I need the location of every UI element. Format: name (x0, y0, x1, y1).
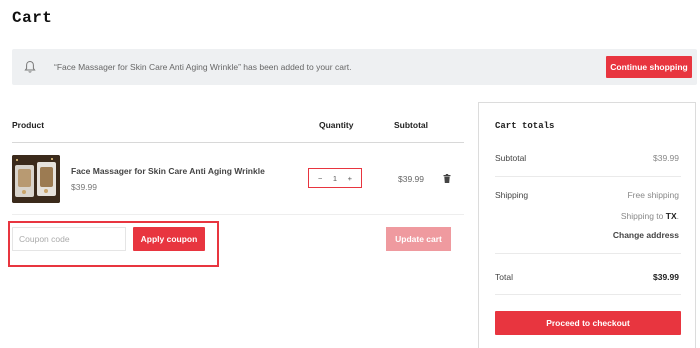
shipping-to-prefix: Shipping to (620, 211, 666, 221)
trash-icon[interactable] (443, 174, 451, 183)
proceed-to-checkout-button[interactable]: Proceed to checkout (495, 311, 681, 335)
quantity-decrease-button[interactable]: − (318, 174, 322, 183)
totals-divider (495, 294, 681, 295)
shipping-state: TX (665, 211, 677, 221)
page-title: Cart (12, 9, 53, 27)
subtotal-label: Subtotal (495, 153, 527, 163)
total-label: Total (495, 272, 513, 282)
subtotal-value: $39.99 (653, 153, 679, 163)
column-header-product: Product (12, 120, 45, 130)
quantity-increase-button[interactable]: + (348, 174, 352, 183)
shipping-destination: Shipping to TX. (621, 211, 679, 221)
table-header-divider (12, 142, 464, 143)
notice-message: “Face Massager for Skin Care Anti Aging … (54, 62, 352, 72)
coupon-code-input[interactable] (12, 227, 126, 251)
shipping-value: Free shipping (627, 190, 679, 200)
product-image (12, 155, 60, 203)
product-name-link[interactable]: Face Massager for Skin Care Anti Aging W… (71, 166, 265, 176)
quantity-stepper: − 1 + (308, 168, 362, 188)
total-value: $39.99 (653, 272, 679, 282)
product-thumbnail[interactable] (12, 155, 60, 203)
row-divider (12, 214, 464, 215)
column-header-subtotal: Subtotal (394, 120, 428, 130)
line-subtotal: $39.99 (398, 174, 424, 184)
continue-shopping-button[interactable]: Continue shopping (606, 56, 692, 78)
shipping-to-suffix: . (676, 211, 679, 221)
quantity-value[interactable]: 1 (333, 174, 337, 183)
column-header-quantity: Quantity (319, 120, 354, 130)
apply-coupon-button[interactable]: Apply coupon (133, 227, 205, 251)
shipping-label: Shipping (495, 190, 529, 200)
totals-divider (495, 176, 681, 177)
cart-totals-panel: Cart totals Subtotal $39.99 Shipping Fre… (478, 102, 696, 348)
cart-totals-title: Cart totals (495, 121, 555, 131)
product-price: $39.99 (71, 182, 97, 192)
cart-notice: “Face Massager for Skin Care Anti Aging … (12, 49, 697, 85)
bell-icon (24, 60, 36, 73)
change-address-link[interactable]: Change address (613, 230, 679, 240)
update-cart-button[interactable]: Update cart (386, 227, 451, 251)
totals-divider (495, 253, 681, 254)
